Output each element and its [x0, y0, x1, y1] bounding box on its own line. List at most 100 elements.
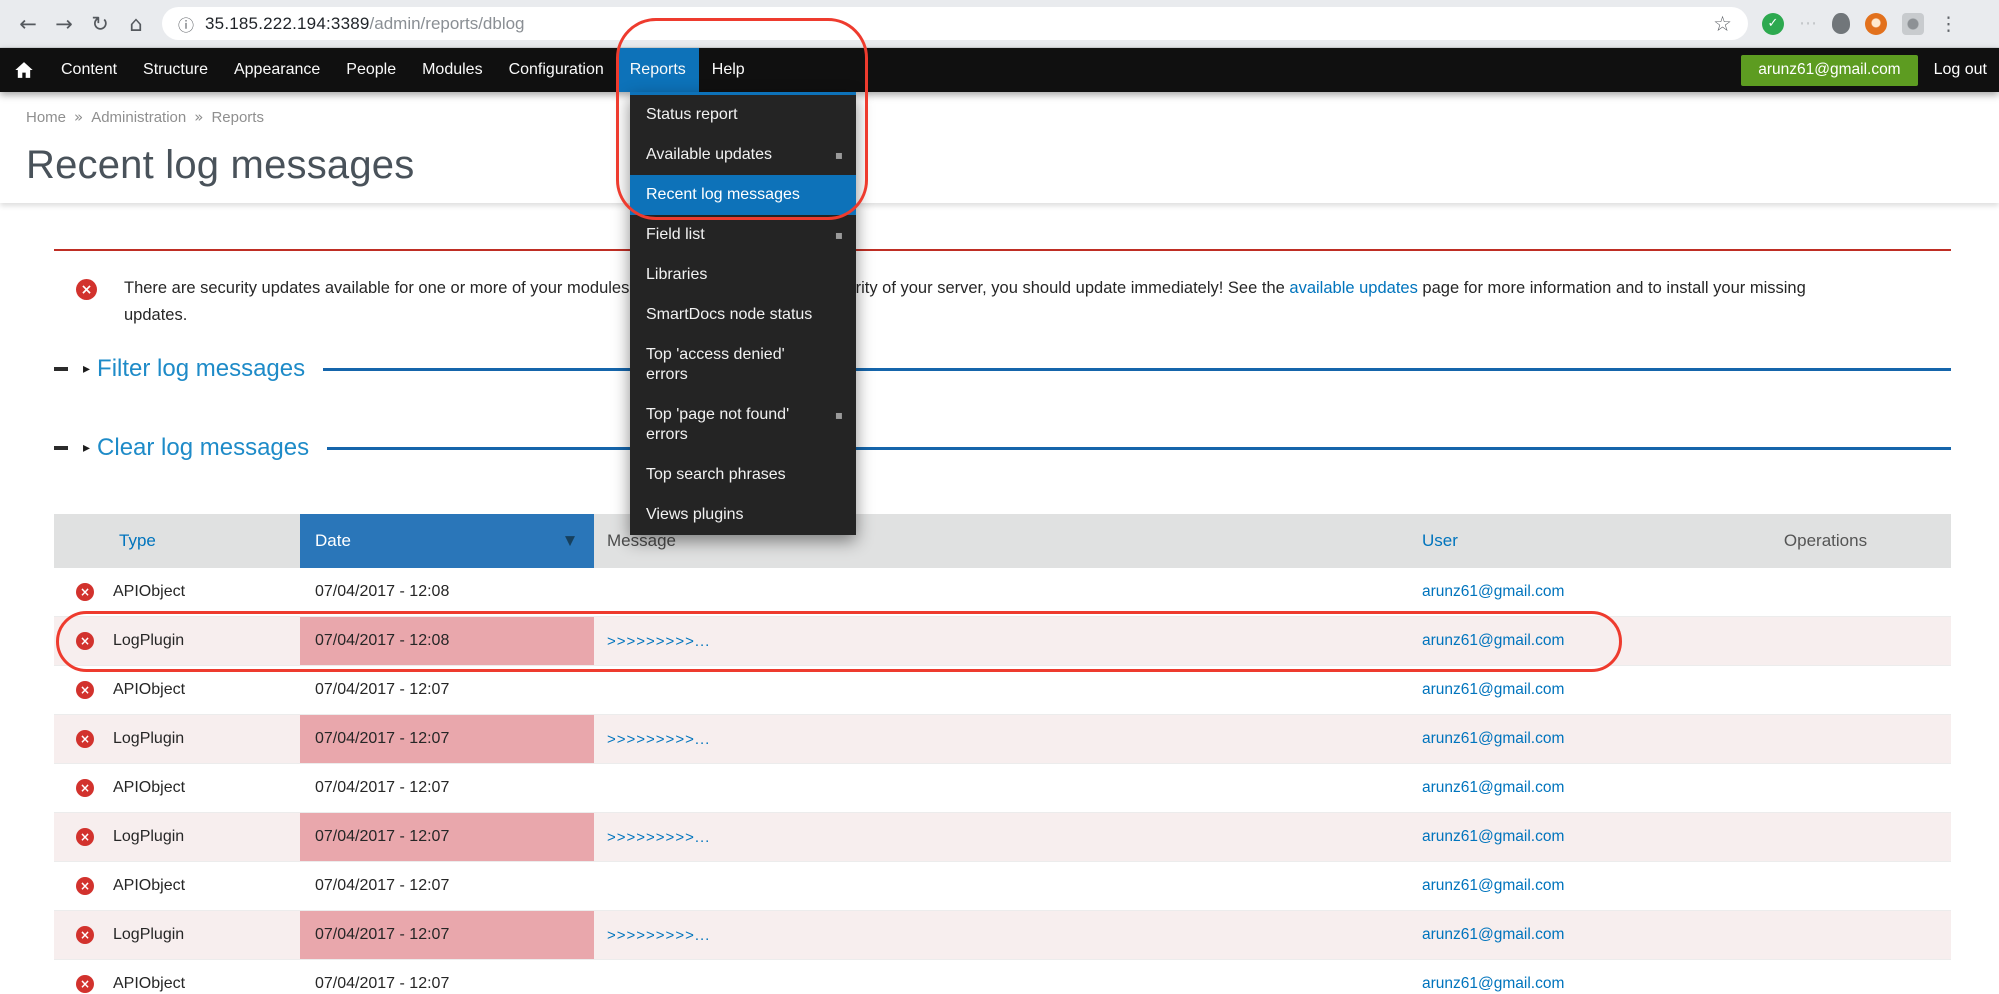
log-user-link[interactable]: arunz61@gmail.com	[1422, 828, 1564, 846]
tab-configuration[interactable]: Configuration	[496, 48, 617, 92]
table-row: ×LogPlugin 07/04/2017 - 12:07 >>>>>>>>>.…	[54, 715, 1951, 764]
log-user-link[interactable]: arunz61@gmail.com	[1422, 926, 1564, 944]
log-user-link[interactable]: arunz61@gmail.com	[1422, 730, 1564, 748]
tab-structure[interactable]: Structure	[130, 48, 221, 92]
log-date: 07/04/2017 - 12:07	[300, 960, 594, 994]
menu-item-libraries[interactable]: Libraries	[630, 255, 856, 295]
table-header-row: Type Date ▼ Message User Operations	[54, 514, 1951, 568]
log-message-link[interactable]: >>>>>>>>>...	[607, 927, 710, 944]
log-type: APIObject	[113, 779, 185, 797]
bookmark-star-icon[interactable]: ☆	[1713, 12, 1732, 36]
log-operations	[1700, 911, 1951, 959]
menu-item-label: Recent log messages	[646, 186, 800, 203]
log-type: APIObject	[113, 975, 185, 993]
collapse-arrow-icon[interactable]: ▸	[83, 361, 90, 377]
log-message-link[interactable]: >>>>>>>>>...	[607, 731, 710, 748]
breadcrumb: Home » Administration » Reports	[26, 108, 1999, 126]
menu-item-field-list[interactable]: Field list▪	[630, 215, 856, 255]
dash-marker	[54, 367, 68, 371]
extension-orange-icon[interactable]	[1865, 13, 1887, 35]
active-sort-header[interactable]: Date ▼	[300, 514, 594, 568]
reports-dropdown-menu: Status report Available updates ▪ Recent …	[630, 92, 856, 535]
log-user-link[interactable]: arunz61@gmail.com	[1422, 779, 1564, 797]
error-icon: ×	[76, 681, 94, 699]
toolbar-right: arunz61@gmail.com Log out	[1741, 48, 1999, 92]
forward-icon[interactable]: →	[46, 12, 82, 36]
extension-check-icon[interactable]: ✓	[1762, 13, 1784, 35]
operations-header: Operations	[1700, 514, 1951, 568]
log-user-link[interactable]: arunz61@gmail.com	[1422, 583, 1564, 601]
menu-item-views-plugins[interactable]: Views plugins	[630, 495, 856, 535]
menu-item-smartdocs-node-status[interactable]: SmartDocs node status	[630, 295, 856, 335]
error-icon: ×	[76, 975, 94, 993]
log-date: 07/04/2017 - 12:07	[300, 813, 594, 861]
available-updates-link[interactable]: available updates	[1289, 279, 1417, 297]
menu-item-top-page-not-found-errors[interactable]: Top 'page not found' errors▪	[630, 395, 856, 455]
error-icon: ×	[76, 779, 94, 797]
menu-item-available-updates[interactable]: Available updates ▪	[630, 135, 856, 175]
log-user-link[interactable]: arunz61@gmail.com	[1422, 632, 1564, 650]
menu-item-label: Available updates	[646, 146, 772, 163]
log-user-link[interactable]: arunz61@gmail.com	[1422, 975, 1564, 993]
extension-dim-icon[interactable]: ⋯	[1799, 13, 1817, 34]
menu-item-label: Top 'access denied' errors	[646, 346, 785, 383]
log-type: LogPlugin	[113, 926, 184, 944]
log-type: APIObject	[113, 681, 185, 699]
clear-log-messages-toggle[interactable]: Clear log messages	[97, 434, 309, 462]
log-date: 07/04/2017 - 12:07	[300, 666, 594, 714]
clear-log-messages-section: ▸ Clear log messages	[54, 430, 1951, 466]
tab-modules[interactable]: Modules	[409, 48, 495, 92]
log-type: LogPlugin	[113, 828, 184, 846]
badge-square-icon: ▪	[835, 149, 843, 161]
menu-item-top-access-denied-errors[interactable]: Top 'access denied' errors	[630, 335, 856, 395]
error-icon: ×	[76, 730, 94, 748]
log-date: 07/04/2017 - 12:07	[300, 862, 594, 910]
tab-appearance[interactable]: Appearance	[221, 48, 333, 92]
main-content: × There are security updates available f…	[0, 249, 1999, 994]
sort-user-header[interactable]: User	[1422, 531, 1458, 551]
home-icon	[15, 62, 33, 79]
menu-item-label: SmartDocs node status	[646, 306, 812, 323]
browser-home-icon[interactable]: ⌂	[118, 12, 154, 36]
log-user-link[interactable]: arunz61@gmail.com	[1422, 681, 1564, 699]
breadcrumb-separator-icon: »	[74, 108, 83, 126]
filter-log-messages-toggle[interactable]: Filter log messages	[97, 355, 305, 383]
log-user-link[interactable]: arunz61@gmail.com	[1422, 877, 1564, 895]
tab-content[interactable]: Content	[48, 48, 130, 92]
logout-link[interactable]: Log out	[1934, 61, 1987, 79]
badge-square-icon: ▪	[835, 229, 843, 241]
sort-type-header[interactable]: Type	[119, 531, 156, 551]
browser-menu-icon[interactable]: ⋮	[1939, 13, 1957, 35]
back-icon[interactable]: ←	[10, 12, 46, 36]
log-operations	[1700, 568, 1951, 616]
menu-item-top-search-phrases[interactable]: Top search phrases	[630, 455, 856, 495]
menu-item-label: Top search phrases	[646, 466, 786, 483]
page-info-icon[interactable]: ⓘ	[178, 12, 194, 36]
error-icon: ×	[76, 583, 94, 601]
menu-item-recent-log-messages[interactable]: Recent log messages	[630, 175, 856, 215]
table-row: × APIObject 07/04/2017 - 12:07 arunz61@gm…	[54, 960, 1951, 994]
error-icon: ×	[76, 926, 94, 944]
breadcrumb-administration[interactable]: Administration	[91, 109, 186, 126]
log-operations	[1700, 862, 1951, 910]
error-icon: ×	[76, 877, 94, 895]
dash-marker	[54, 446, 68, 450]
page-title: Recent log messages	[26, 143, 1999, 187]
address-bar[interactable]: ⓘ 35.185.222.194:3389 /admin/reports/dbl…	[162, 7, 1748, 40]
log-message-link[interactable]: >>>>>>>>>...	[607, 633, 710, 650]
menu-item-status-report[interactable]: Status report	[630, 95, 856, 135]
refresh-icon[interactable]: ↻	[82, 12, 118, 36]
breadcrumb-home[interactable]: Home	[26, 109, 66, 126]
tab-help[interactable]: Help	[699, 48, 758, 92]
tab-reports[interactable]: Reports	[617, 48, 699, 92]
tab-people[interactable]: People	[333, 48, 409, 92]
log-operations	[1700, 764, 1951, 812]
collapse-arrow-icon[interactable]: ▸	[83, 440, 90, 456]
account-badge[interactable]: arunz61@gmail.com	[1741, 55, 1917, 86]
log-operations	[1700, 617, 1951, 665]
sort-date-header[interactable]: Date	[315, 531, 351, 551]
extension-drop-icon[interactable]	[1832, 13, 1850, 34]
extension-gray-icon[interactable]	[1902, 13, 1924, 35]
toolbar-home-tab[interactable]	[0, 48, 48, 92]
log-message-link[interactable]: >>>>>>>>>...	[607, 829, 710, 846]
